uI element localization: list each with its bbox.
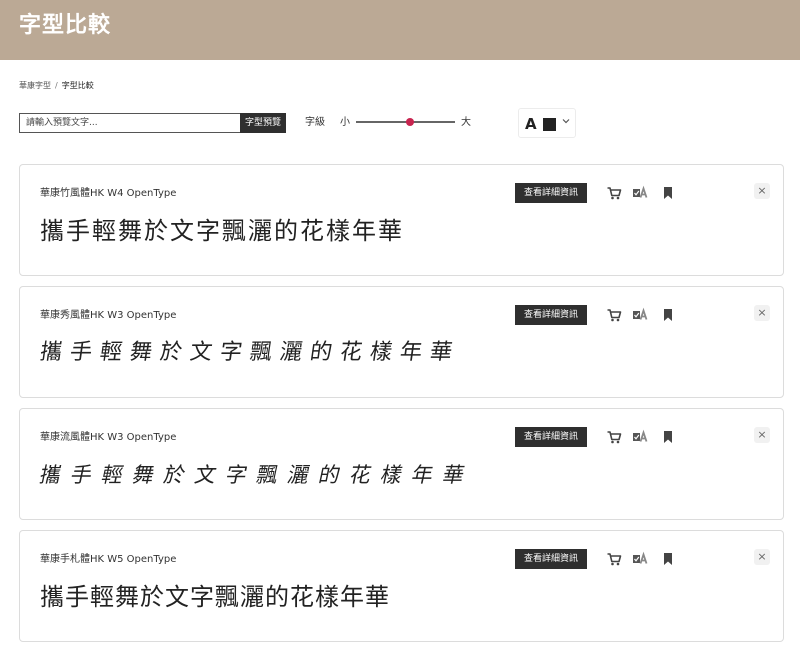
font-size-label: 字級 [305, 117, 325, 128]
font-card-3: 華康流風體HK W3 OpenType 查看詳細資訊 × 攜手輕舞於文字飄灑的花… [19, 408, 784, 520]
font-name[interactable]: 華康秀風體HK W3 OpenType [40, 309, 176, 323]
breadcrumb: 華康字型 / 字型比較 [19, 80, 94, 92]
font-size-slider-thumb[interactable] [406, 118, 415, 126]
font-card-1: 華康竹風體HK W4 OpenType 查看詳細資訊 × 攜手輕舞於文字飄灑的花… [19, 164, 784, 276]
bookmark-icon[interactable] [660, 429, 676, 445]
remove-card-button[interactable]: × [754, 549, 770, 565]
font-preview-button[interactable]: 字型預覽 [240, 113, 286, 133]
breadcrumb-home-link[interactable]: 華康字型 [19, 81, 51, 90]
cart-icon[interactable] [606, 429, 622, 445]
font-card-2: 華康秀風體HK W3 OpenType 查看詳細資訊 × 攜手輕舞於文字飄灑的花… [19, 286, 784, 398]
breadcrumb-separator: / [55, 81, 58, 90]
remove-card-button[interactable]: × [754, 427, 770, 443]
font-compare-icon[interactable] [632, 551, 648, 567]
color-swatch [543, 118, 556, 131]
cart-icon[interactable] [606, 307, 622, 323]
preview-text-input[interactable] [19, 113, 241, 133]
font-compare-icon[interactable] [632, 429, 648, 445]
chevron-down-icon [562, 119, 570, 124]
font-sample-text: 攜手輕舞於文字飄灑的花樣年華 [40, 217, 404, 245]
font-name[interactable]: 華康流風體HK W3 OpenType [40, 431, 176, 445]
remove-card-button[interactable]: × [754, 305, 770, 321]
view-details-button[interactable]: 查看詳細資訊 [515, 549, 587, 569]
font-name[interactable]: 華康手札體HK W5 OpenType [40, 553, 176, 567]
font-size-slider[interactable] [356, 118, 455, 126]
font-sample-text: 攜手輕舞於文字飄灑的花樣年華 [38, 340, 462, 365]
bookmark-icon[interactable] [660, 307, 676, 323]
bookmark-icon[interactable] [660, 185, 676, 201]
cart-icon[interactable] [606, 185, 622, 201]
view-details-button[interactable]: 查看詳細資訊 [515, 183, 587, 203]
breadcrumb-current: 字型比較 [61, 81, 94, 90]
font-sample-text: 攜手輕舞於文字飄灑的花樣年華 [40, 583, 390, 611]
color-letter: A [525, 115, 537, 133]
font-compare-icon[interactable] [632, 185, 648, 201]
font-card-4: 華康手札體HK W5 OpenType 查看詳細資訊 × 攜手輕舞於文字飄灑的花… [19, 530, 784, 642]
page-title: 字型比較 [19, 13, 112, 38]
page-header: 字型比較 [0, 0, 800, 60]
font-name[interactable]: 華康竹風體HK W4 OpenType [40, 187, 176, 201]
font-sample-text: 攜手輕舞於文字飄灑的花樣年華 [37, 463, 477, 487]
text-color-picker[interactable]: A [518, 108, 576, 138]
view-details-button[interactable]: 查看詳細資訊 [515, 427, 587, 447]
font-size-small-label: 小 [340, 117, 350, 128]
cart-icon[interactable] [606, 551, 622, 567]
font-compare-icon[interactable] [632, 307, 648, 323]
bookmark-icon[interactable] [660, 551, 676, 567]
remove-card-button[interactable]: × [754, 183, 770, 199]
font-size-large-label: 大 [461, 117, 471, 128]
view-details-button[interactable]: 查看詳細資訊 [515, 305, 587, 325]
